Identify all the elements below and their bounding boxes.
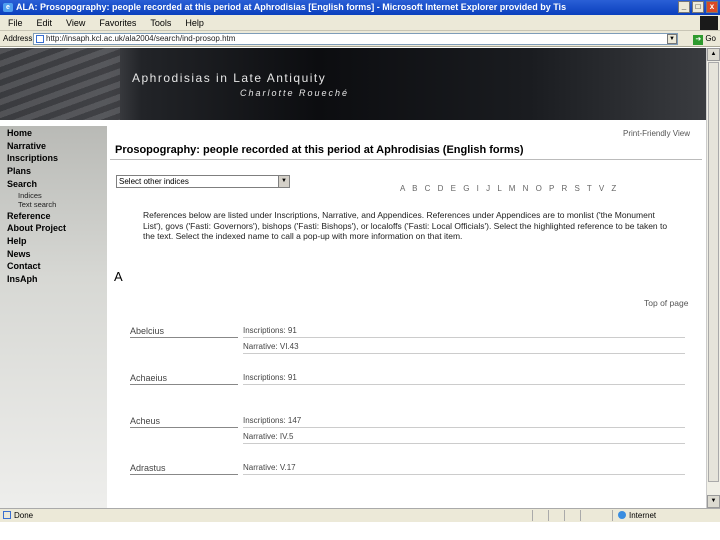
sidebar-item-home[interactable]: Home [7,127,66,140]
menu-favorites[interactable]: Favorites [99,15,136,30]
menu-view[interactable]: View [66,15,85,30]
sidebar-item-inscriptions[interactable]: Inscriptions [7,152,66,165]
close-button[interactable]: x [706,1,718,13]
zone-label: Internet [629,511,657,520]
page-icon [36,35,44,43]
section-letter: A [114,269,123,284]
sidebar-item-plans[interactable]: Plans [7,165,66,178]
go-label: Go [705,34,716,43]
entry-name[interactable]: Abelcius [130,326,238,338]
chevron-down-icon[interactable]: ▼ [278,176,289,187]
address-url: http://insaph.kcl.ac.uk/ala2004/search/i… [46,34,236,43]
entry-reference[interactable]: Narrative: IV.5 [243,432,685,444]
entry-name[interactable]: Adrastus [130,463,238,475]
go-button[interactable]: ➜ Go [693,33,716,45]
sidebar-item-news[interactable]: News [7,248,66,261]
sidebar-item-insaph[interactable]: InsAph [7,273,66,286]
page-viewport: Aphrodisias in Late Antiquity Charlotte … [0,48,706,508]
page-title: Prosopography: people recorded at this p… [115,144,524,156]
vertical-scrollbar[interactable]: ▲ ▼ [706,48,720,508]
sidebar-item-indices[interactable]: Indices [7,191,66,201]
sidebar-item-help[interactable]: Help [7,235,66,248]
sidebar-item-text-search[interactable]: Text search [7,200,66,210]
status-bar: Done Internet [0,508,720,522]
maximize-button[interactable]: □ [692,1,704,13]
sidebar: Home Narrative Inscriptions Plans Search… [0,126,107,508]
scroll-down-icon[interactable]: ▼ [707,495,720,508]
windows-logo-icon [700,16,718,30]
sidebar-item-narrative[interactable]: Narrative [7,140,66,153]
menu-bar: File Edit View Favorites Tools Help [0,15,720,31]
entry-name[interactable]: Achaeius [130,373,238,385]
intro-text: References below are listed under Inscri… [143,210,668,241]
page-done-icon [3,511,11,519]
status-divider [580,510,581,521]
title-divider [110,159,702,160]
status-done: Done [3,509,33,522]
security-zone: Internet [618,509,656,522]
indices-select-value: Select other indices [119,177,189,186]
globe-icon [618,511,626,519]
entry-reference[interactable]: Inscriptions: 91 [243,373,685,385]
status-text: Done [14,511,34,520]
sidebar-item-about-project[interactable]: About Project [7,222,66,235]
menu-help[interactable]: Help [185,15,204,30]
top-of-page-link[interactable]: Top of page [644,298,688,308]
menu-file[interactable]: File [8,15,23,30]
minimize-button[interactable]: _ [678,1,690,13]
entry-reference[interactable]: Inscriptions: 91 [243,326,685,338]
status-divider [564,510,565,521]
banner-title: Aphrodisias in Late Antiquity [132,71,327,85]
address-label: Address [3,34,33,43]
print-friendly-link[interactable]: Print-Friendly View [623,129,690,138]
status-divider [612,510,613,521]
entry-reference[interactable]: Narrative: V.17 [243,463,685,475]
sidebar-item-reference[interactable]: Reference [7,210,66,223]
banner-stone-image [0,48,120,120]
scrollbar-thumb[interactable] [708,62,719,482]
menu-edit[interactable]: Edit [37,15,53,30]
entry-reference[interactable]: Narrative: VI.43 [243,342,685,354]
window-controls: _ □ x [678,1,718,13]
window-titlebar: e ALA: Prosopography: people recorded at… [0,0,720,15]
sidebar-item-search[interactable]: Search [7,178,66,191]
ie-icon: e [3,3,13,12]
banner-author: Charlotte Roueché [240,88,350,98]
status-divider [548,510,549,521]
sidebar-item-contact[interactable]: Contact [7,260,66,273]
site-banner: Aphrodisias in Late Antiquity Charlotte … [0,48,706,120]
scroll-up-icon[interactable]: ▲ [707,48,720,61]
address-dropdown-button[interactable]: ▼ [667,34,677,44]
go-arrow-icon: ➜ [693,35,704,45]
alphabet-index[interactable]: A B C D E G I J L M N O P R S T V Z [400,184,619,193]
address-bar: Address http://insaph.kcl.ac.uk/ala2004/… [0,31,720,47]
status-divider [532,510,533,521]
window-title: ALA: Prosopography: people recorded at t… [16,2,567,12]
entry-name[interactable]: Acheus [130,416,238,428]
menu-tools[interactable]: Tools [150,15,171,30]
address-input[interactable]: http://insaph.kcl.ac.uk/ala2004/search/i… [33,33,678,45]
sidebar-nav: Home Narrative Inscriptions Plans Search… [7,127,66,286]
entry-reference[interactable]: Inscriptions: 147 [243,416,685,428]
indices-select[interactable]: Select other indices ▼ [116,175,290,188]
page-margin [0,522,720,540]
